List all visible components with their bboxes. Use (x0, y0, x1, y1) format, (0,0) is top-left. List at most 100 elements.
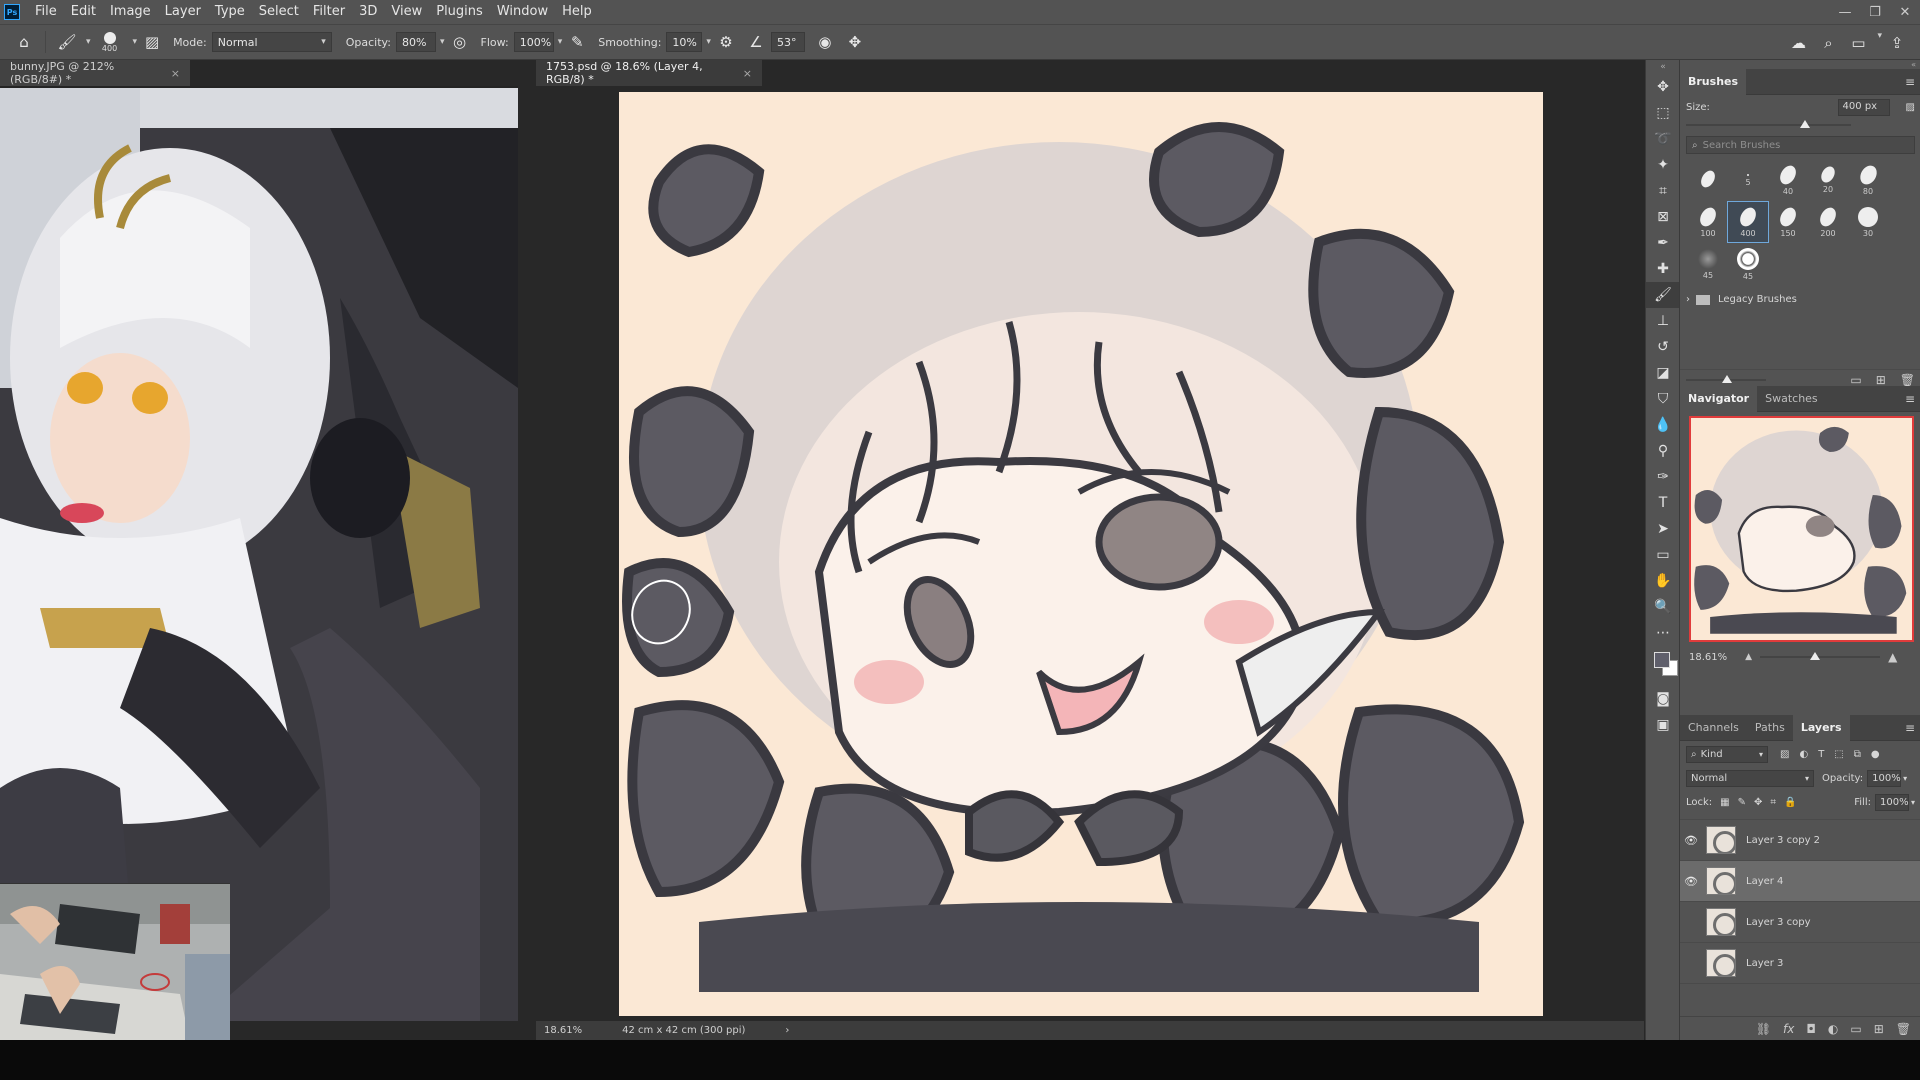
new-layer-icon[interactable]: ⊞ (1874, 1022, 1884, 1036)
chevron-down-icon[interactable]: ▾ (133, 37, 138, 47)
chevron-down-icon[interactable]: ▾ (706, 37, 711, 47)
layer-row[interactable]: 👁 Layer 3 copy 2 (1680, 820, 1920, 861)
pen-tool-icon[interactable]: ✑ (1646, 464, 1680, 490)
panel-menu-icon[interactable]: ≡ (1905, 392, 1915, 406)
tab-channels[interactable]: Channels (1680, 715, 1747, 741)
visibility-eye-icon[interactable]: 👁 (1680, 834, 1702, 847)
menu-view[interactable]: View (384, 0, 429, 24)
menu-3d[interactable]: 3D (352, 0, 384, 24)
quick-mask-icon[interactable]: ◙ (1646, 686, 1680, 712)
path-selection-tool-icon[interactable]: ➤ (1646, 516, 1680, 542)
tab-layers[interactable]: Layers (1792, 714, 1850, 741)
tab-bunny-jpg[interactable]: bunny.JPG @ 212% (RGB/8#) * × (0, 60, 190, 86)
brush-tool-icon[interactable]: 🖌 (1646, 282, 1680, 308)
size-slider-thumb[interactable] (1799, 120, 1810, 128)
lock-all-icon[interactable]: 🔒 (1784, 797, 1796, 808)
workspace-icon[interactable]: ▭ (1846, 31, 1870, 55)
brush-preset[interactable]: 100 (1688, 202, 1728, 242)
brush-preset-selected[interactable]: 400 (1727, 201, 1769, 243)
mode-select[interactable]: Normal ▾ (211, 32, 332, 52)
link-layers-icon[interactable]: ⛓ (1756, 1022, 1771, 1036)
chevron-down-icon[interactable]: ▾ (558, 37, 563, 47)
adjustment-layer-icon[interactable]: ◐ (1828, 1022, 1838, 1036)
filter-type-icon[interactable]: T (1818, 749, 1824, 760)
dodge-tool-icon[interactable]: ⚲ (1646, 438, 1680, 464)
flow-field[interactable]: 100% (513, 32, 554, 52)
brush-preset[interactable]: 200 (1808, 202, 1848, 242)
collapse-icon[interactable]: « (1646, 60, 1680, 74)
menu-type[interactable]: Type (208, 0, 252, 24)
brush-preset[interactable]: 40 (1768, 160, 1808, 200)
screen-mode-icon[interactable]: ▣ (1646, 712, 1680, 738)
new-group-icon[interactable]: ▭ (1850, 373, 1861, 387)
brush-search-input[interactable]: ⌕ Search Brushes (1686, 136, 1915, 154)
history-brush-tool-icon[interactable]: ↺ (1646, 334, 1680, 360)
chevron-right-icon[interactable]: › (1686, 294, 1690, 305)
close-icon[interactable]: × (171, 67, 180, 80)
brush-preset[interactable]: 45 (1688, 244, 1728, 284)
shape-tool-icon[interactable]: ▭ (1646, 542, 1680, 568)
cloud-docs-icon[interactable]: ☁ (1786, 31, 1810, 55)
menu-image[interactable]: Image (103, 0, 158, 24)
tab-paths[interactable]: Paths (1747, 715, 1793, 741)
zoom-tool-icon[interactable]: 🔍 (1646, 594, 1680, 620)
main-canvas-pane[interactable] (536, 86, 1644, 1021)
blur-tool-icon[interactable]: 💧 (1646, 412, 1680, 438)
chevron-down-icon[interactable]: ▾ (1903, 774, 1907, 783)
frame-tool-icon[interactable]: ⊠ (1646, 204, 1680, 230)
status-arrow-icon[interactable]: › (785, 1025, 789, 1036)
menu-window[interactable]: Window (490, 0, 555, 24)
home-icon[interactable]: ⌂ (12, 30, 36, 54)
layer-row[interactable]: Layer 3 (1680, 943, 1920, 984)
zoom-out-icon[interactable]: ▲ (1745, 652, 1752, 662)
panel-menu-icon[interactable]: ≡ (1905, 75, 1915, 89)
brush-preset[interactable]: 30 (1848, 202, 1888, 242)
menu-edit[interactable]: Edit (64, 0, 103, 24)
healing-brush-tool-icon[interactable]: ✚ (1646, 256, 1680, 282)
filter-smart-object-icon[interactable]: ⧉ (1854, 749, 1861, 760)
tab-swatches[interactable]: Swatches (1757, 386, 1826, 412)
symmetry-icon[interactable]: ✥ (843, 30, 867, 54)
preview-size-slider[interactable] (1686, 374, 1766, 385)
new-brush-icon[interactable]: ⊞ (1876, 373, 1886, 387)
color-swatches[interactable] (1646, 646, 1680, 686)
lock-transparent-icon[interactable]: ▦ (1720, 797, 1729, 808)
fx-icon[interactable]: fx (1783, 1022, 1794, 1036)
layer-kind-filter[interactable]: ⌕ Kind ▾ (1686, 745, 1768, 763)
filter-pixel-icon[interactable]: ▨ (1780, 749, 1789, 760)
layer-row[interactable]: Layer 3 copy (1680, 902, 1920, 943)
pressure-size-icon[interactable]: ◉ (813, 30, 837, 54)
zoom-slider[interactable] (1760, 652, 1881, 662)
layer-row-selected[interactable]: 👁 Layer 4 (1680, 861, 1920, 902)
chevron-down-icon[interactable]: ▾ (1877, 31, 1882, 55)
smoothing-field[interactable]: 10% (666, 32, 703, 52)
restore-icon[interactable]: ❐ (1860, 0, 1890, 24)
navigator-thumbnail[interactable] (1689, 416, 1914, 642)
lock-position-icon[interactable]: ✥ (1754, 797, 1762, 808)
menu-select[interactable]: Select (252, 0, 306, 24)
filter-toggle-icon[interactable]: ● (1871, 749, 1880, 760)
filter-shape-icon[interactable]: ⬚ (1834, 749, 1843, 760)
fill-field[interactable]: 100% (1874, 793, 1909, 811)
airbrush-icon[interactable]: ✎ (565, 30, 589, 54)
angle-field[interactable]: 53° (770, 32, 805, 52)
panel-menu-icon[interactable]: ≡ (1905, 721, 1915, 735)
brush-settings-panel-icon[interactable]: ▨ (140, 30, 164, 54)
brush-settings-icon[interactable]: ▨ (1906, 102, 1915, 113)
brush-preset[interactable]: 150 (1768, 202, 1808, 242)
pressure-opacity-icon[interactable]: ◎ (448, 30, 472, 54)
tab-brushes[interactable]: Brushes (1680, 68, 1747, 95)
eyedropper-tool-icon[interactable]: ✒ (1646, 230, 1680, 256)
search-icon[interactable]: ⌕ (1816, 31, 1840, 55)
lasso-tool-icon[interactable]: ➰ (1646, 126, 1680, 152)
brush-preset[interactable] (1688, 160, 1728, 200)
foreground-color-swatch[interactable] (1654, 652, 1670, 668)
navigator-zoom-readout[interactable]: 18.61% (1689, 652, 1727, 663)
reference-image-pane[interactable] (0, 86, 518, 1021)
type-tool-icon[interactable]: T (1646, 490, 1680, 516)
hand-tool-icon[interactable]: ✋ (1646, 568, 1680, 594)
menu-help[interactable]: Help (555, 0, 599, 24)
brush-preset[interactable]: 80 (1848, 160, 1888, 200)
zoom-in-icon[interactable]: ▲ (1888, 650, 1897, 664)
move-tool-icon[interactable]: ✥ (1646, 74, 1680, 100)
